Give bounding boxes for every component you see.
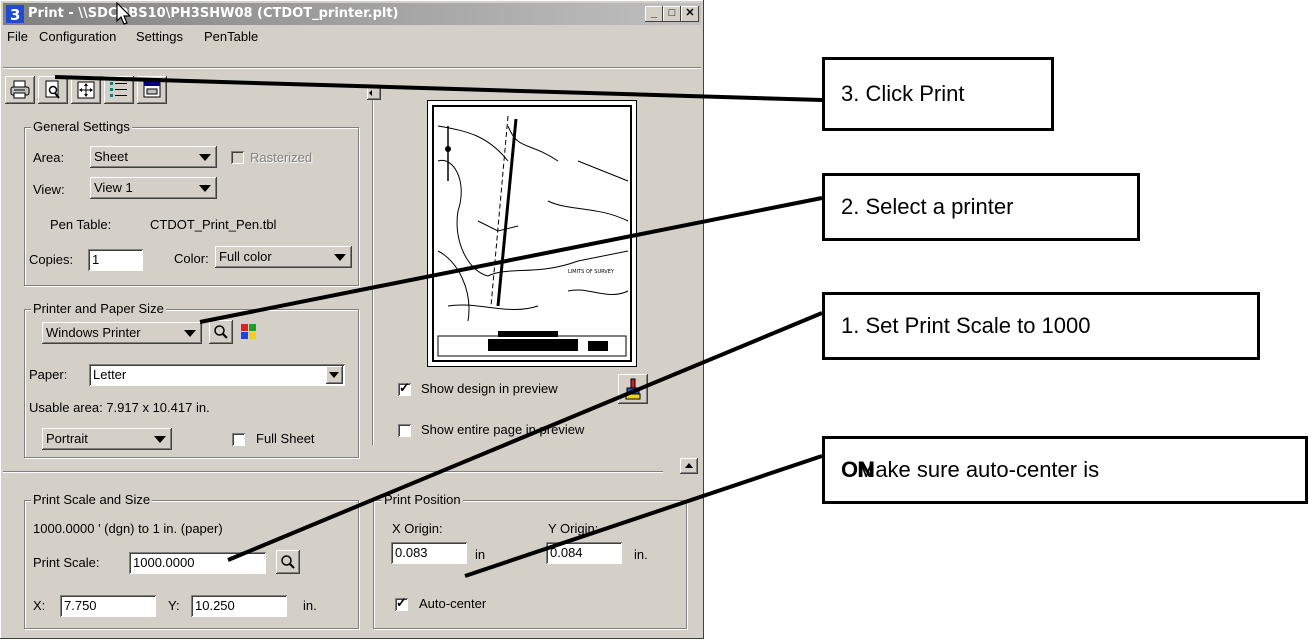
callout-lines bbox=[54, 75, 823, 578]
pointer-line-print bbox=[54, 75, 823, 102]
pointer-line-auto-center bbox=[464, 454, 823, 578]
pointer-line-printer bbox=[199, 196, 823, 324]
pointer-line-scale bbox=[227, 311, 823, 562]
